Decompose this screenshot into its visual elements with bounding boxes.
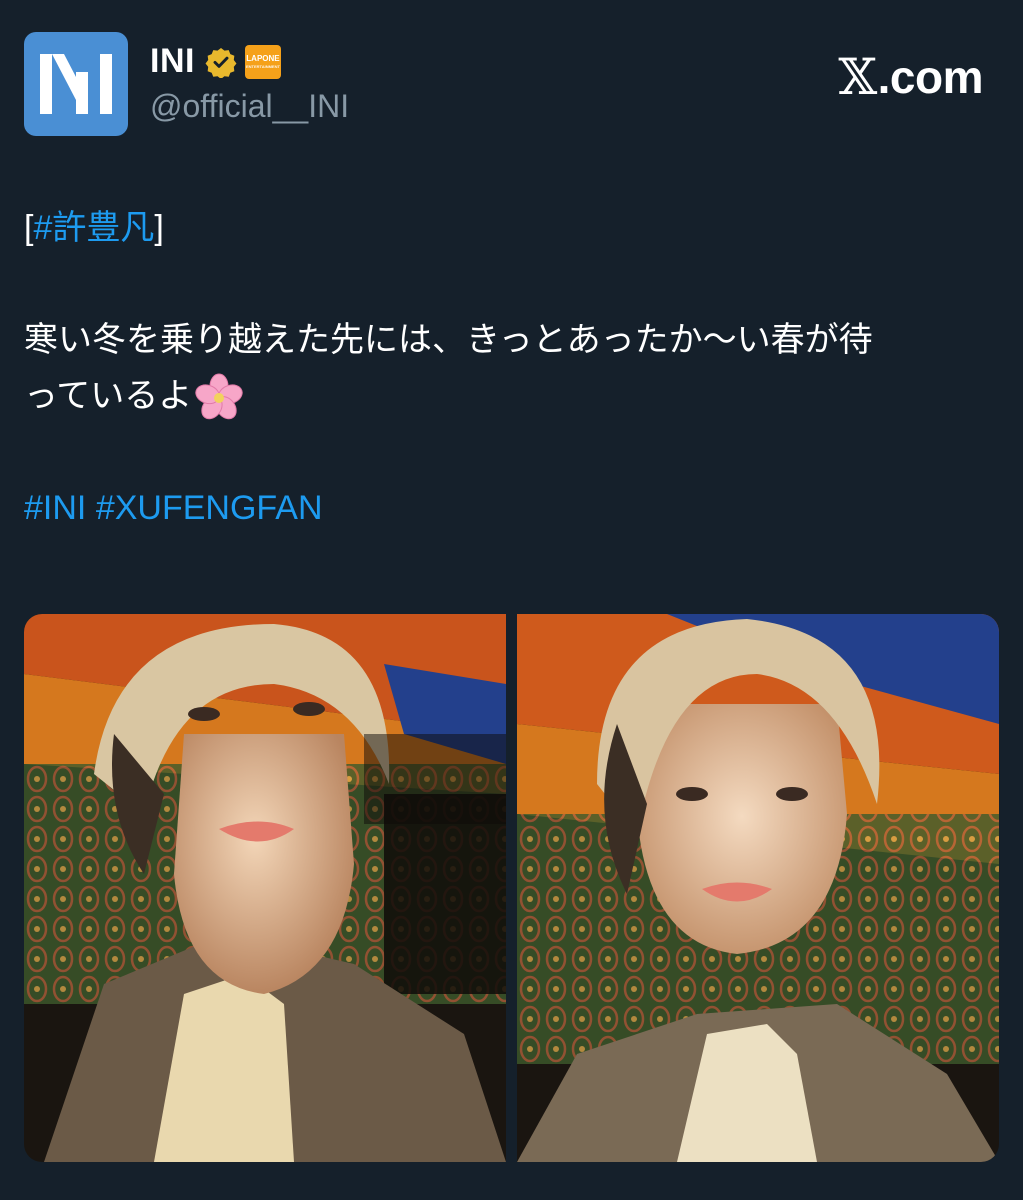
hashtag-group-link[interactable]: #INI: [24, 489, 86, 527]
hashtag-member-en-link[interactable]: #XUFENGFAN: [96, 489, 323, 527]
selfie-photo-1[interactable]: [24, 614, 506, 1162]
name-row: INI LAPONE ENTERTAINMENT: [150, 42, 281, 81]
user-handle[interactable]: @official__INI: [150, 88, 349, 125]
selfie-photo-2[interactable]: [517, 614, 999, 1162]
hashtag-member-link[interactable]: #許豊凡: [33, 209, 154, 247]
ini-logo-icon: [40, 54, 112, 114]
selfie-photo-1-image: [24, 614, 506, 1162]
cherry-blossom-icon: [195, 373, 243, 420]
affiliate-badge-text: LAPONE: [246, 53, 280, 63]
x-com-logo: 𝕏 .com: [838, 48, 983, 106]
tweet-line-member-tag: [#許豊凡]: [24, 200, 999, 256]
tweet-body-line-2: っているよ: [24, 368, 999, 424]
x-logo-text: .com: [877, 51, 984, 103]
tweet-body-line-2-text: っているよ: [24, 377, 193, 415]
selfie-photo-2-image: [517, 614, 999, 1162]
affiliate-badge[interactable]: LAPONE ENTERTAINMENT: [244, 44, 281, 79]
tweet-hashtags: #INI #XUFENGFAN: [24, 480, 999, 536]
affiliate-badge-subtext: ENTERTAINMENT: [245, 63, 280, 69]
tweet-media: [24, 614, 999, 1162]
tweet-header: INI LAPONE ENTERTAINMENT @official__INI …: [24, 32, 984, 136]
tweet-body-line-1: 寒い冬を乗り越えた先には、きっとあったか〜い春が待: [24, 321, 873, 359]
verified-badge-icon: [205, 47, 237, 78]
bracket-close: ]: [154, 209, 164, 247]
tweet-text: [#許豊凡] 寒い冬を乗り越えた先には、きっとあったか〜い春が待 っているよ #…: [24, 200, 999, 536]
avatar[interactable]: [24, 32, 128, 136]
display-name[interactable]: INI: [150, 42, 195, 81]
x-logo-icon: 𝕏: [838, 48, 877, 106]
